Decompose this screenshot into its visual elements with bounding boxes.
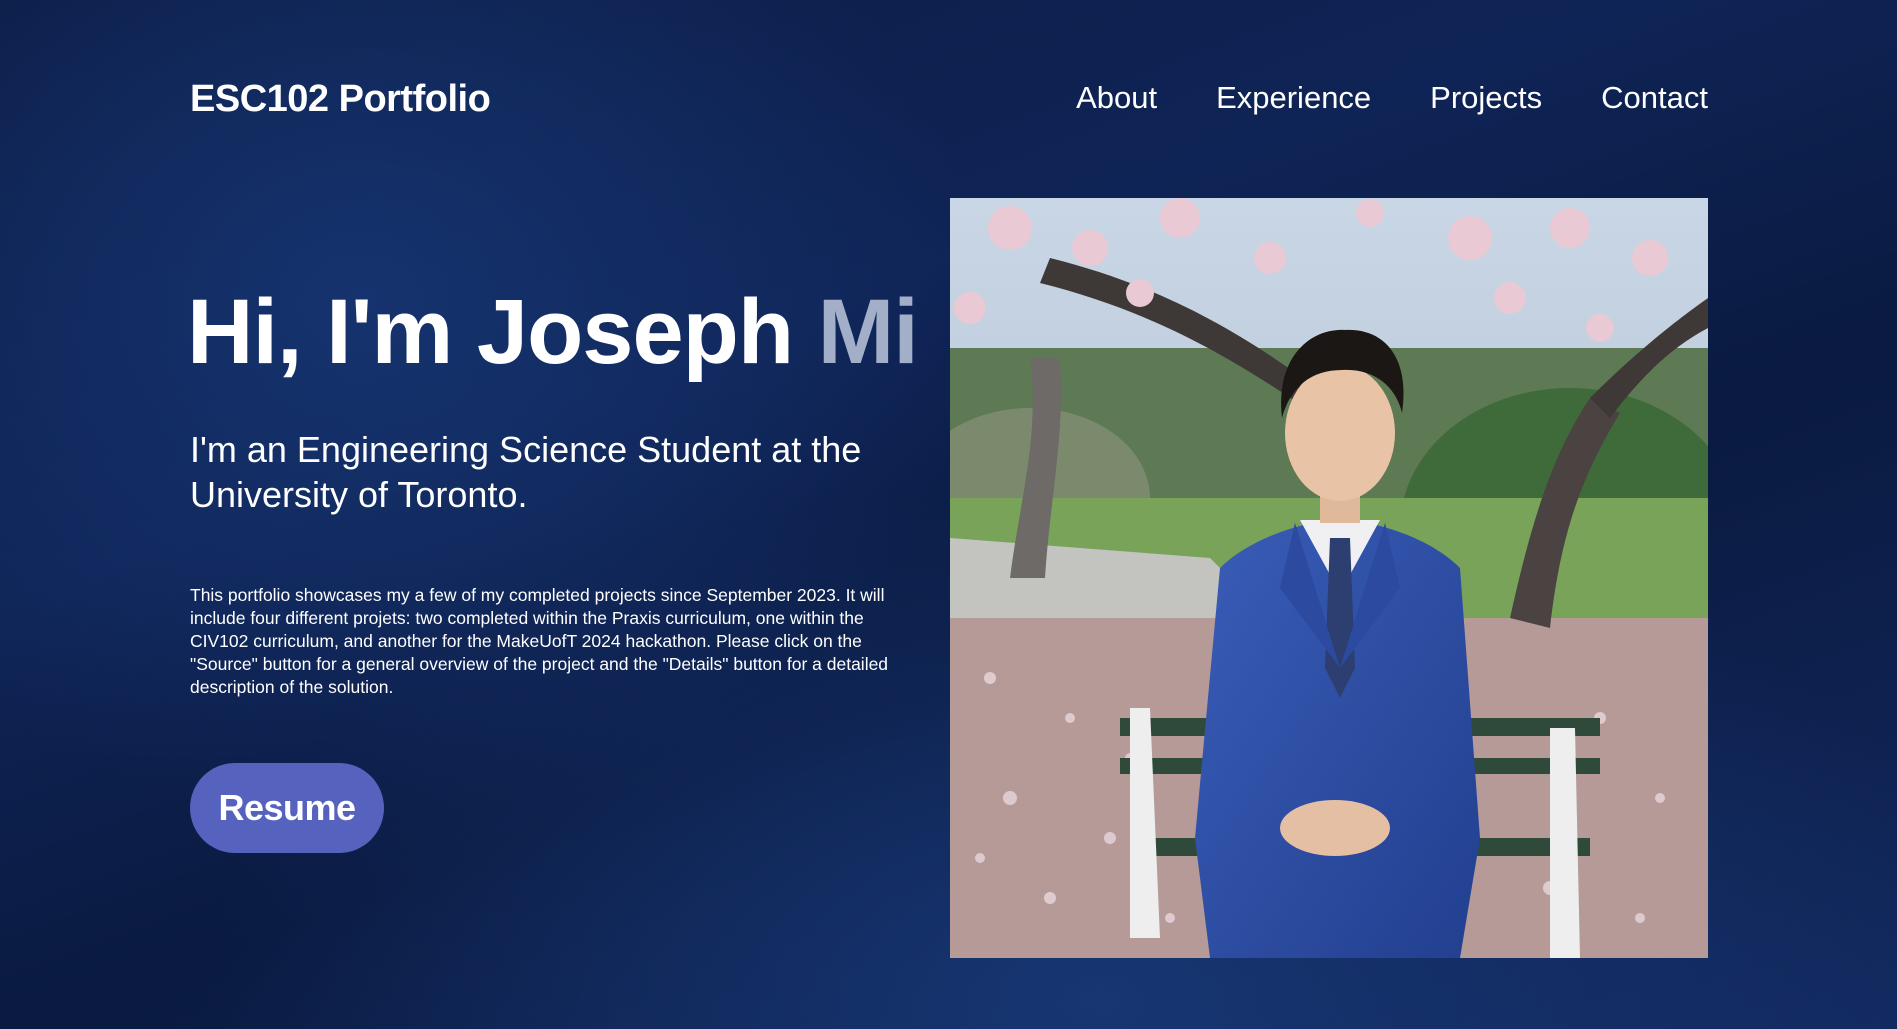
resume-button[interactable]: Resume: [190, 763, 384, 853]
profile-photo-illustration: [950, 198, 1708, 958]
hero-title-typing: Mi: [817, 281, 919, 383]
profile-photo: [950, 198, 1708, 958]
nav-link-experience[interactable]: Experience: [1216, 80, 1371, 116]
hero-description: This portfolio showcases my a few of my …: [190, 585, 889, 697]
hero-subtitle: I'm an Engineering Science Student at th…: [190, 429, 862, 515]
hero-title: Hi, I'm Joseph Mi: [187, 280, 919, 385]
site-brand[interactable]: ESC102 Portfolio: [190, 78, 491, 121]
nav-link-about[interactable]: About: [1076, 80, 1157, 116]
nav-link-projects[interactable]: Projects: [1430, 80, 1542, 116]
hero-title-main: Hi, I'm Joseph: [187, 281, 818, 383]
nav-links: About Experience Projects Contact: [1076, 80, 1708, 116]
top-nav: ESC102 Portfolio About Experience Projec…: [0, 0, 1897, 200]
nav-link-contact[interactable]: Contact: [1601, 80, 1708, 116]
